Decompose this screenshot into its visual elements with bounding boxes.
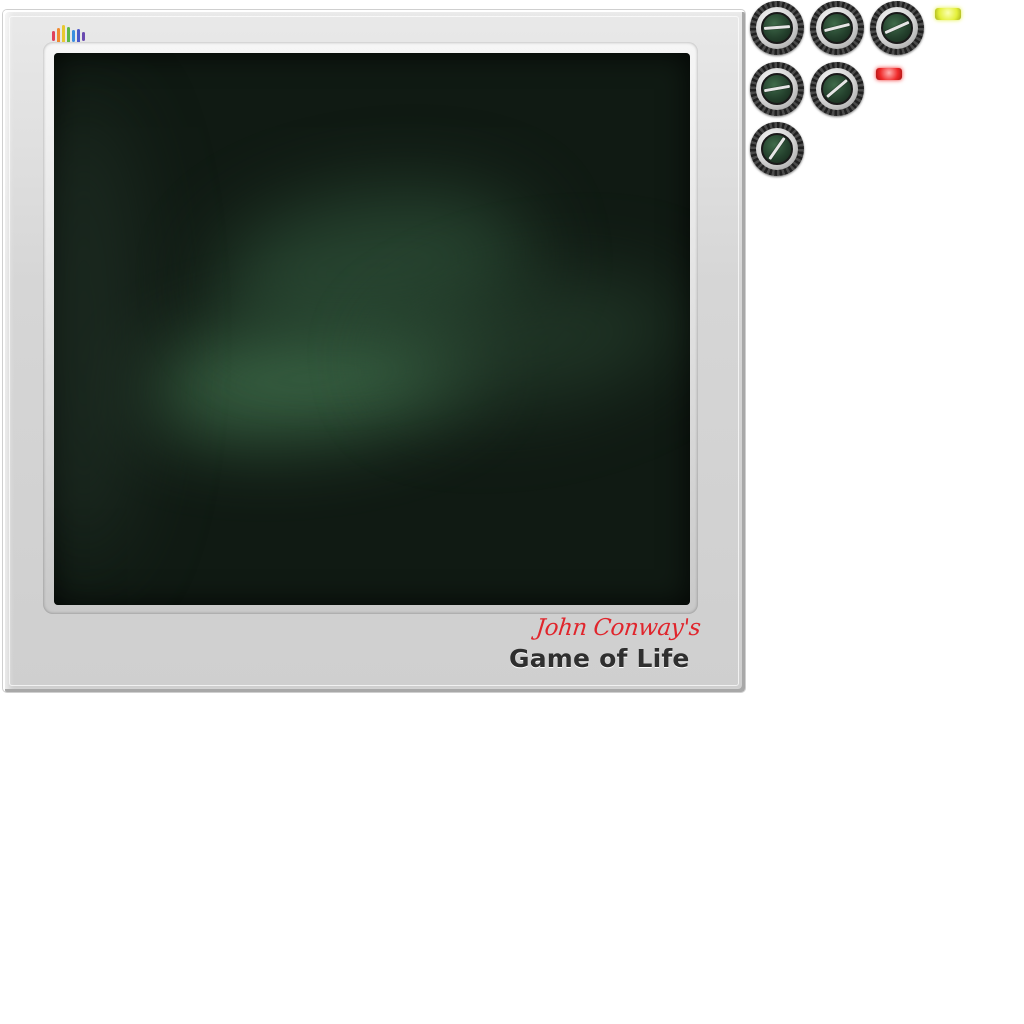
brand-subtitle: John Conway's (534, 615, 702, 641)
dial-knob-icon[interactable] (750, 1, 804, 55)
logo-bar (77, 29, 80, 43)
screen-glare (54, 93, 144, 573)
dial-knob-icon[interactable] (750, 122, 804, 176)
status-led-red (876, 68, 902, 80)
dial-knob-icon[interactable] (810, 1, 864, 55)
logo-bar (52, 31, 55, 41)
dial-knob-icon[interactable] (870, 1, 924, 55)
game-stage: John Conway's Game of Life (0, 0, 1024, 1024)
game-screen[interactable] (54, 53, 690, 605)
logo-bar (82, 31, 85, 41)
dial-knob-icon[interactable] (750, 62, 804, 116)
brand-title: Game of Life (509, 644, 690, 673)
logo-bar (72, 30, 75, 42)
dial-knob-icon[interactable] (810, 62, 864, 116)
status-led-yellow (935, 8, 961, 20)
